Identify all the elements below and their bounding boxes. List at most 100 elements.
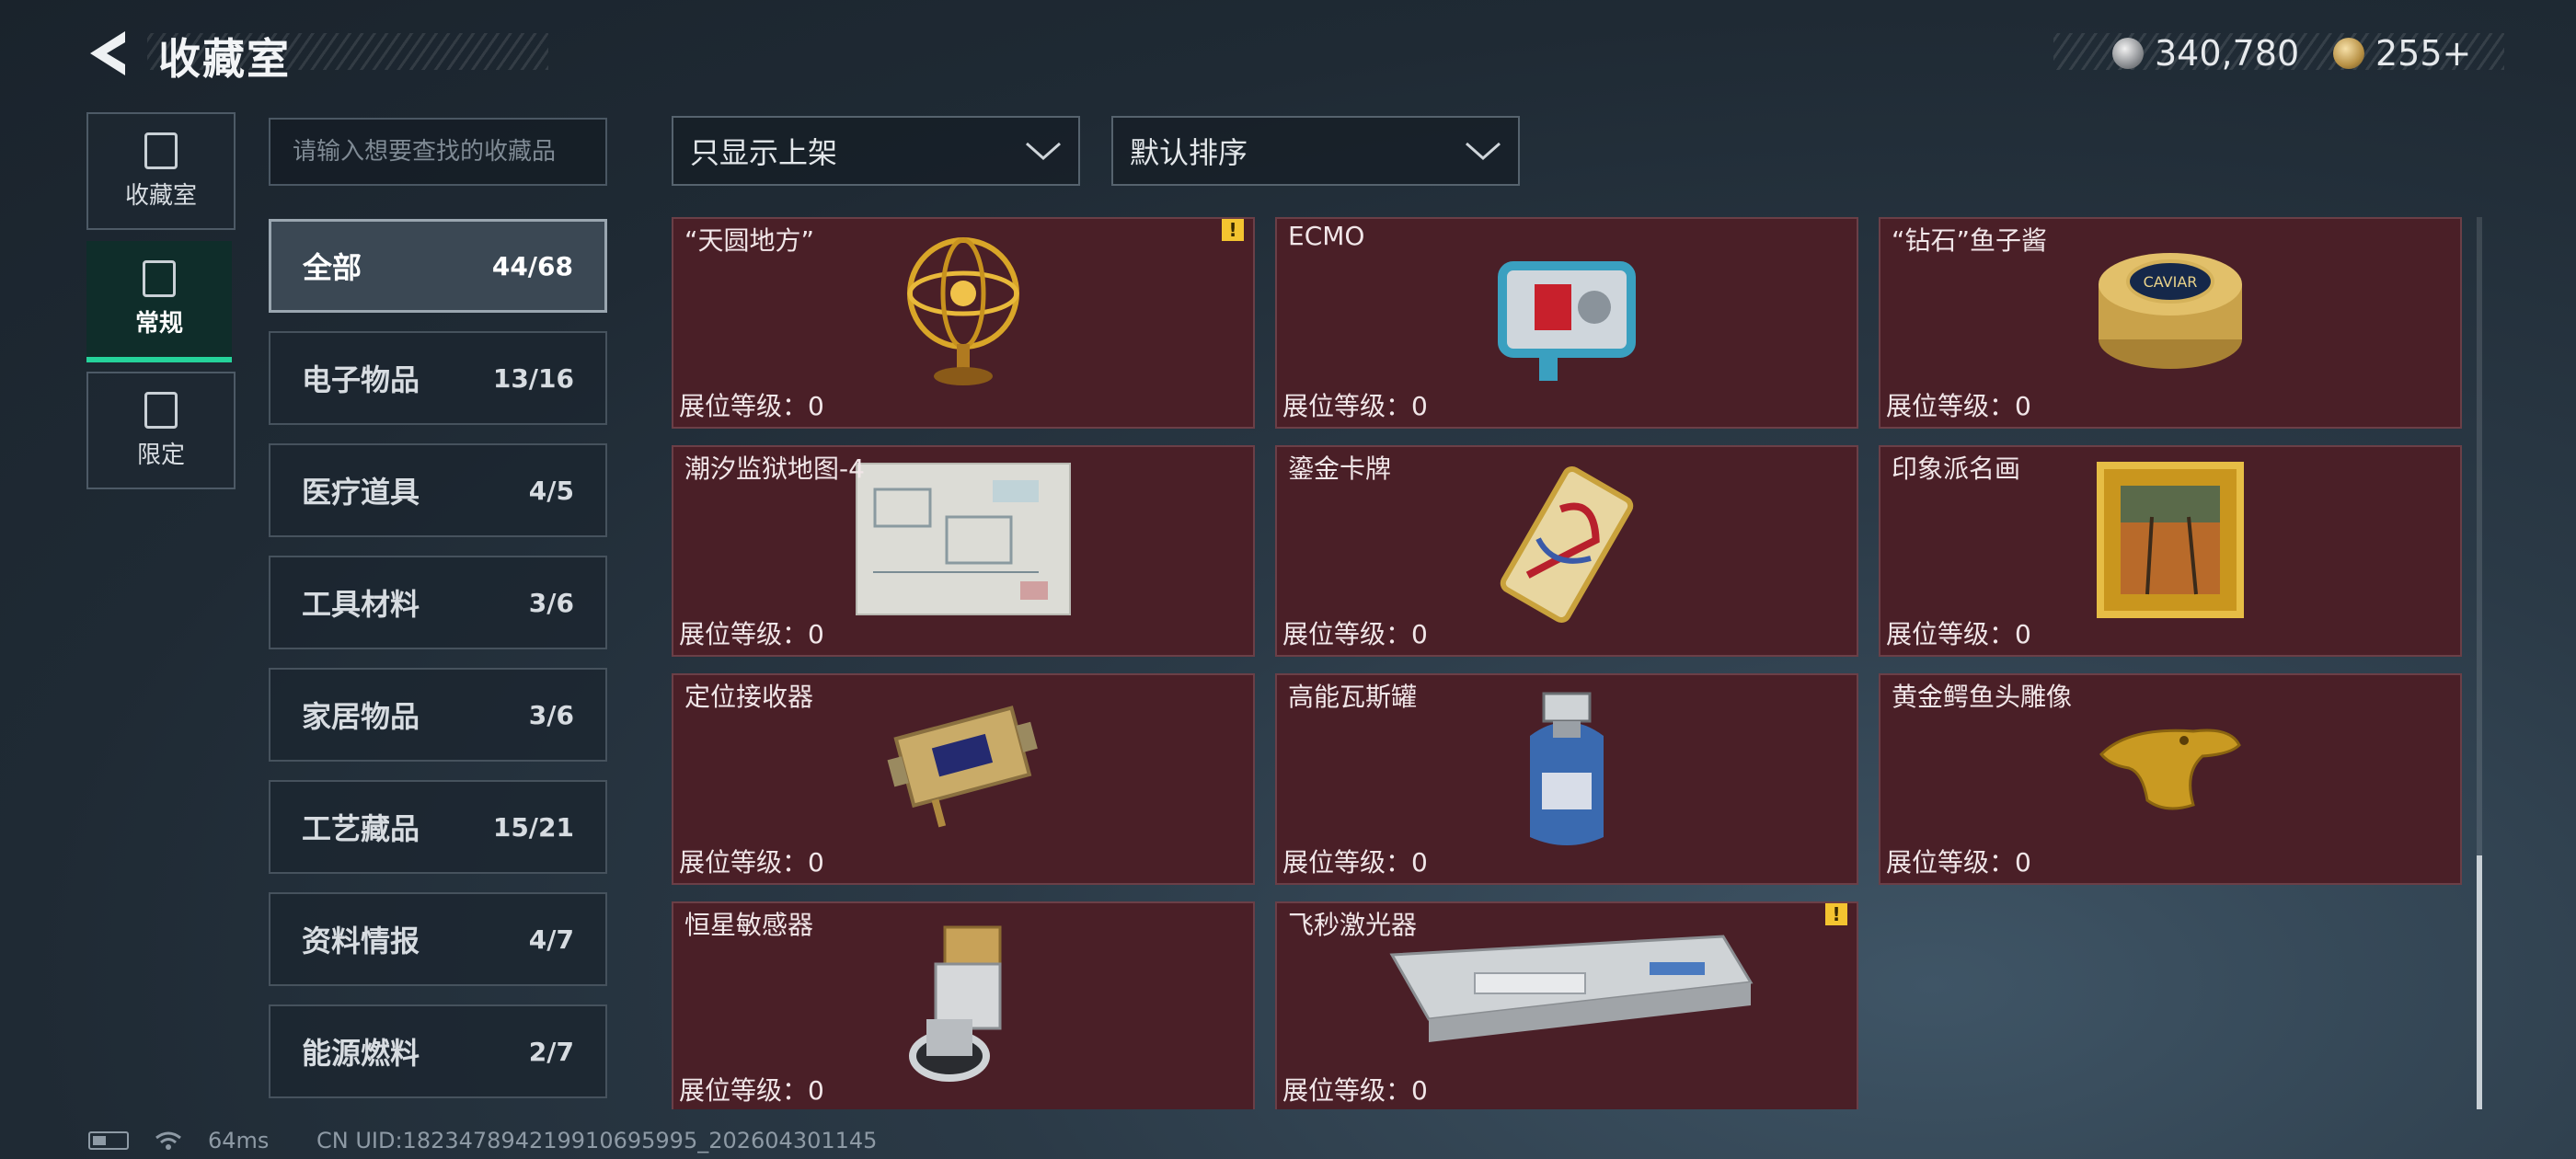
collection-card[interactable]: 鎏金卡牌展位等级：0 xyxy=(1275,445,1858,657)
card-title: 潮汐监狱地图-4 xyxy=(684,453,865,484)
regular-icon xyxy=(143,259,176,297)
category-name: 家居物品 xyxy=(302,699,420,734)
category-name: 工具材料 xyxy=(302,587,420,622)
ecmo-machine-icon xyxy=(1484,234,1650,394)
status-bar: 64ms xyxy=(88,1128,269,1153)
gold-coin-icon xyxy=(2333,38,2364,69)
card-level: 展位等级：0 xyxy=(679,391,824,421)
card-level: 展位等级：0 xyxy=(1282,847,1428,878)
card-level: 展位等级：0 xyxy=(1282,391,1428,421)
collection-card[interactable]: 高能瓦斯罐展位等级：0 xyxy=(1275,673,1858,885)
prison-map-icon xyxy=(855,462,1072,620)
category-item[interactable]: 能源燃料 2/7 xyxy=(269,1004,607,1098)
card-title: 定位接收器 xyxy=(684,682,814,712)
gas-canister-icon xyxy=(1516,690,1617,859)
category-count: 4/5 xyxy=(528,475,574,506)
femtosecond-laser-icon xyxy=(1374,918,1760,1050)
card-level: 展位等级：0 xyxy=(1282,1075,1428,1106)
collection-card[interactable]: 印象派名画展位等级：0 xyxy=(1879,445,2462,657)
card-title: “天圆地方” xyxy=(684,225,815,256)
search-input[interactable] xyxy=(269,118,607,186)
category-count: 44/68 xyxy=(491,250,573,281)
collection-icon xyxy=(144,132,178,169)
category-item[interactable]: 工艺藏品 15/21 xyxy=(269,780,607,874)
side-tab-collection[interactable]: 收藏室 xyxy=(86,112,236,230)
category-item[interactable]: 资料情报 4/7 xyxy=(269,892,607,986)
ping-value: 64ms xyxy=(208,1128,270,1153)
battery-icon xyxy=(88,1131,129,1150)
category-count: 3/6 xyxy=(528,587,574,618)
card-title: “钻石”鱼子酱 xyxy=(1892,225,2048,256)
gilded-card-icon xyxy=(1498,462,1636,631)
collection-card[interactable]: 潮汐监狱地图-4 展位等级：0 xyxy=(672,445,1255,657)
sort-value: 默认排序 xyxy=(1130,135,1248,170)
armillary-sphere-icon xyxy=(894,234,1032,394)
collection-card[interactable]: CAVIAR “钻石”鱼子酱展位等级：0 xyxy=(1879,217,2462,429)
side-tab-label: 收藏室 xyxy=(124,181,197,210)
card-level: 展位等级：0 xyxy=(679,1075,824,1106)
card-title: 印象派名画 xyxy=(1892,453,2021,484)
category-item[interactable]: 家居物品 3/6 xyxy=(269,668,607,762)
card-title: 高能瓦斯罐 xyxy=(1288,682,1418,712)
limited-icon xyxy=(144,391,178,429)
card-level: 展位等级：0 xyxy=(679,619,824,649)
currency-bar: 340,780 255+ xyxy=(2053,33,2504,74)
star-sensor-icon xyxy=(899,918,1028,1087)
category-count: 2/7 xyxy=(528,1036,574,1067)
category-item[interactable]: 全部 44/68 xyxy=(269,219,607,313)
category-name: 全部 xyxy=(303,250,362,285)
category-name: 电子物品 xyxy=(302,362,420,397)
category-item[interactable]: 医疗道具 4/5 xyxy=(269,443,607,537)
caviar-tin-icon: CAVIAR xyxy=(2092,234,2248,384)
card-level: 展位等级：0 xyxy=(679,847,824,878)
chevron-down-icon xyxy=(1026,142,1061,161)
collection-card[interactable]: 定位接收器展位等级：0 xyxy=(672,673,1255,885)
side-tab-label: 常规 xyxy=(134,309,183,338)
silver-coin-icon xyxy=(2112,38,2144,69)
card-title: 黄金鳄鱼头雕像 xyxy=(1892,682,2073,712)
card-level: 展位等级：0 xyxy=(1886,391,2031,421)
category-count: 3/6 xyxy=(528,699,574,730)
wifi-icon xyxy=(155,1131,181,1150)
display-filter-value: 只显示上架 xyxy=(690,135,838,170)
collection-card[interactable]: 飞秒激光器展位等级：0! xyxy=(1275,901,1858,1109)
category-item[interactable]: 工具材料 3/6 xyxy=(269,556,607,649)
receiver-icon xyxy=(885,690,1041,832)
back-arrow-icon[interactable] xyxy=(85,28,136,79)
page-title: 收藏室 xyxy=(158,34,291,84)
collection-card[interactable]: 恒星敏感器展位等级：0 xyxy=(672,901,1255,1109)
side-tab-limited[interactable]: 限定 xyxy=(86,372,236,489)
collection-card[interactable]: “天圆地方” 展位等级：0! xyxy=(672,217,1255,429)
category-count: 4/7 xyxy=(528,924,574,955)
warning-icon: ! xyxy=(1825,903,1847,925)
category-item[interactable]: 电子物品 13/16 xyxy=(269,331,607,425)
card-title: 恒星敏感器 xyxy=(684,910,814,940)
category-name: 医疗道具 xyxy=(302,475,420,510)
category-count: 13/16 xyxy=(492,362,574,394)
collection-card[interactable]: ECMO 展位等级：0 xyxy=(1275,217,1858,429)
card-level: 展位等级：0 xyxy=(1886,847,2031,878)
gold-amount: 255+ xyxy=(2375,33,2472,74)
silver-currency: 340,780 xyxy=(2112,33,2299,74)
gold-crocodile-icon xyxy=(2092,690,2248,822)
svg-text:CAVIAR: CAVIAR xyxy=(2144,273,2198,291)
category-name: 资料情报 xyxy=(302,924,420,958)
collection-card[interactable]: 黄金鳄鱼头雕像展位等级：0 xyxy=(1879,673,2462,885)
category-name: 能源燃料 xyxy=(302,1036,420,1071)
card-level: 展位等级：0 xyxy=(1282,619,1428,649)
sort-dropdown[interactable]: 默认排序 xyxy=(1111,116,1520,186)
card-title: 鎏金卡牌 xyxy=(1288,453,1392,484)
warning-icon: ! xyxy=(1222,219,1244,241)
scrollbar-thumb[interactable] xyxy=(2477,855,2482,1109)
category-name: 工艺藏品 xyxy=(302,811,420,846)
painting-icon xyxy=(2097,462,2244,622)
side-tab-label: 限定 xyxy=(136,441,185,469)
uid-text: CN UID:18234789421991069599​5_2026043011… xyxy=(316,1128,878,1153)
card-title: 飞秒激光器 xyxy=(1288,910,1418,940)
display-filter-dropdown[interactable]: 只显示上架 xyxy=(672,116,1080,186)
card-level: 展位等级：0 xyxy=(1886,619,2031,649)
side-tab-regular[interactable]: 常规 xyxy=(86,241,232,362)
gold-currency[interactable]: 255+ xyxy=(2333,33,2471,74)
silver-amount: 340,780 xyxy=(2155,33,2300,74)
collection-grid: “天圆地方” 展位等级：0! ECMO 展位等级：0 CAVIAR “钻石”鱼子酱展位等级… xyxy=(672,217,2462,1109)
